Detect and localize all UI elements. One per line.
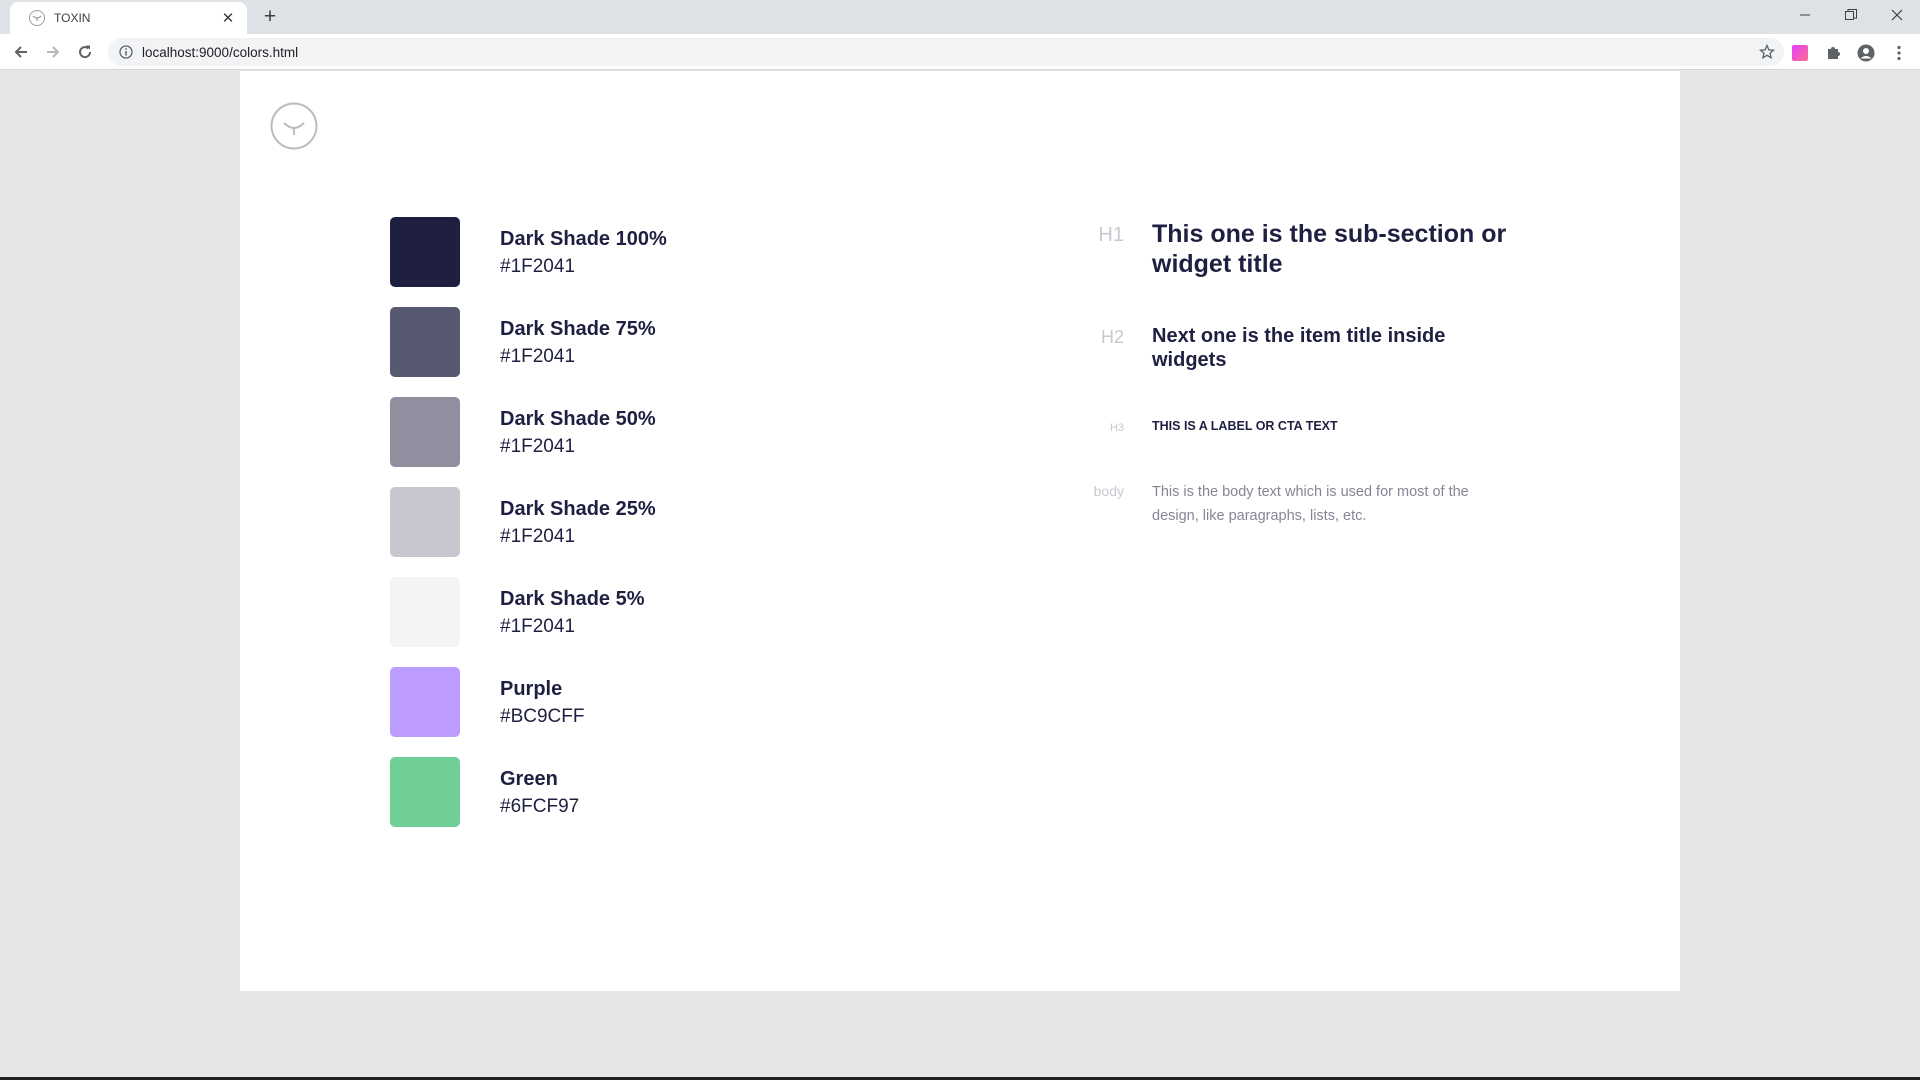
color-swatch-dark-100: [390, 217, 460, 287]
toxin-logo[interactable]: [270, 102, 318, 150]
h2-label: H2: [1100, 327, 1124, 347]
h2-sample: Next one is the item title inside widget…: [1152, 325, 1446, 371]
swatch-name: Dark Shade 50%: [500, 408, 656, 430]
tab-title: TOXIN: [54, 11, 91, 25]
restore-icon[interactable]: [1828, 0, 1874, 30]
close-icon[interactable]: ✕: [219, 9, 237, 27]
swatch-hex: #1F2041: [500, 436, 576, 457]
tab-strip: TOXIN ✕ +: [0, 0, 1920, 34]
swatch-hex: #1F2041: [500, 346, 576, 367]
body-sample: This is the body text which is used for …: [1152, 484, 1469, 524]
reload-icon[interactable]: [72, 39, 98, 65]
color-swatch-dark-25: [390, 487, 460, 557]
forward-arrow-icon[interactable]: [40, 39, 66, 65]
url-text[interactable]: localhost:9000/colors.html: [142, 45, 1754, 60]
swatch-name: Green: [500, 768, 558, 790]
extension-color-icon[interactable]: [1786, 39, 1813, 66]
color-swatch-green: [390, 757, 460, 827]
address-bar[interactable]: localhost:9000/colors.html: [108, 38, 1784, 66]
h3-label: H3: [1109, 422, 1124, 434]
h1-sample: This one is the sub-section or widget ti…: [1152, 220, 1507, 278]
color-swatch-dark-5: [390, 577, 460, 647]
info-icon[interactable]: [118, 44, 134, 60]
color-swatch-purple: [390, 667, 460, 737]
body-label: body: [1093, 483, 1124, 499]
h3-sample: THIS IS A LABEL OR CTA TEXT: [1152, 419, 1338, 433]
toxin-logo-icon: [29, 10, 45, 26]
window-controls: [1782, 0, 1920, 30]
swatch-hex: #6FCF97: [500, 796, 580, 817]
extensions-area: [1786, 39, 1912, 66]
plus-icon[interactable]: +: [258, 5, 282, 29]
swatch-name: Purple: [500, 678, 563, 700]
browser-tab[interactable]: TOXIN ✕: [10, 2, 247, 34]
swatch-name: Dark Shade 25%: [500, 498, 656, 520]
page-canvas: Dark Shade 100% #1F2041 Dark Shade 75% #…: [240, 71, 1680, 991]
swatch-name: Dark Shade 5%: [500, 588, 645, 610]
star-icon[interactable]: [1754, 39, 1780, 65]
swatch-hex: #1F2041: [500, 616, 576, 637]
color-swatch-dark-50: [390, 397, 460, 467]
h1-label: H1: [1098, 224, 1124, 246]
back-arrow-icon[interactable]: [8, 39, 34, 65]
minimize-icon[interactable]: [1782, 0, 1828, 30]
puzzle-icon[interactable]: [1819, 39, 1846, 66]
kebab-menu-icon[interactable]: [1885, 39, 1912, 66]
swatch-hex: #BC9CFF: [500, 706, 585, 727]
color-swatch-dark-75: [390, 307, 460, 377]
close-window-icon[interactable]: [1874, 0, 1920, 30]
browser-toolbar: localhost:9000/colors.html: [0, 34, 1920, 70]
swatch-name: Dark Shade 75%: [500, 318, 656, 340]
swatch-name: Dark Shade 100%: [500, 228, 667, 250]
swatch-hex: #1F2041: [500, 526, 576, 547]
profile-icon[interactable]: [1852, 39, 1879, 66]
swatch-hex: #1F2041: [500, 256, 576, 277]
